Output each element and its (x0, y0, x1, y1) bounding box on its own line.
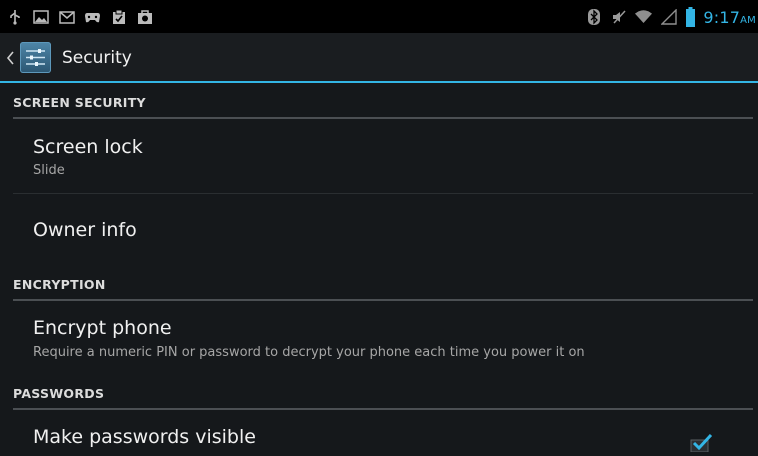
wifi-icon (635, 9, 653, 25)
bluetooth-icon (585, 9, 602, 25)
clipboard-icon (110, 9, 127, 25)
category-header-encryption: ENCRYPTION (13, 277, 106, 292)
make-passwords-visible-title: Make passwords visible (33, 426, 256, 448)
mail-icon (58, 9, 75, 25)
make-passwords-visible-checkbox[interactable] (690, 433, 714, 453)
signal-icon (660, 9, 677, 25)
usb-icon (6, 9, 23, 25)
screen-lock-title: Screen lock (33, 136, 143, 158)
category-divider (13, 117, 753, 119)
settings-icon[interactable] (20, 42, 51, 73)
game-controller-icon (84, 9, 101, 25)
battery-icon (685, 7, 695, 27)
category-divider (13, 299, 753, 301)
category-divider (13, 408, 753, 410)
item-divider (13, 193, 753, 194)
mute-icon (610, 9, 627, 25)
system-icons: 9:17AM (585, 5, 756, 29)
notification-icons (6, 7, 153, 27)
camera-bag-icon (136, 9, 153, 25)
encrypt-phone-summary: Require a numeric PIN or password to dec… (33, 345, 585, 360)
screen-lock-value: Slide (33, 163, 65, 178)
status-bar: 9:17AM (0, 0, 758, 33)
back-caret-icon[interactable] (6, 50, 14, 69)
page-title: Security (62, 48, 132, 68)
encrypt-phone-title: Encrypt phone (33, 317, 172, 339)
category-header-passwords: PASSWORDS (13, 386, 105, 401)
action-bar: Security (0, 33, 758, 83)
category-header-screen-security: SCREEN SECURITY (13, 95, 146, 110)
clock-time: 9:17 (703, 7, 741, 27)
clock: 9:17AM (703, 8, 756, 27)
owner-info-title: Owner info (33, 219, 137, 241)
clock-ampm: AM (740, 14, 756, 26)
image-icon (32, 9, 49, 25)
